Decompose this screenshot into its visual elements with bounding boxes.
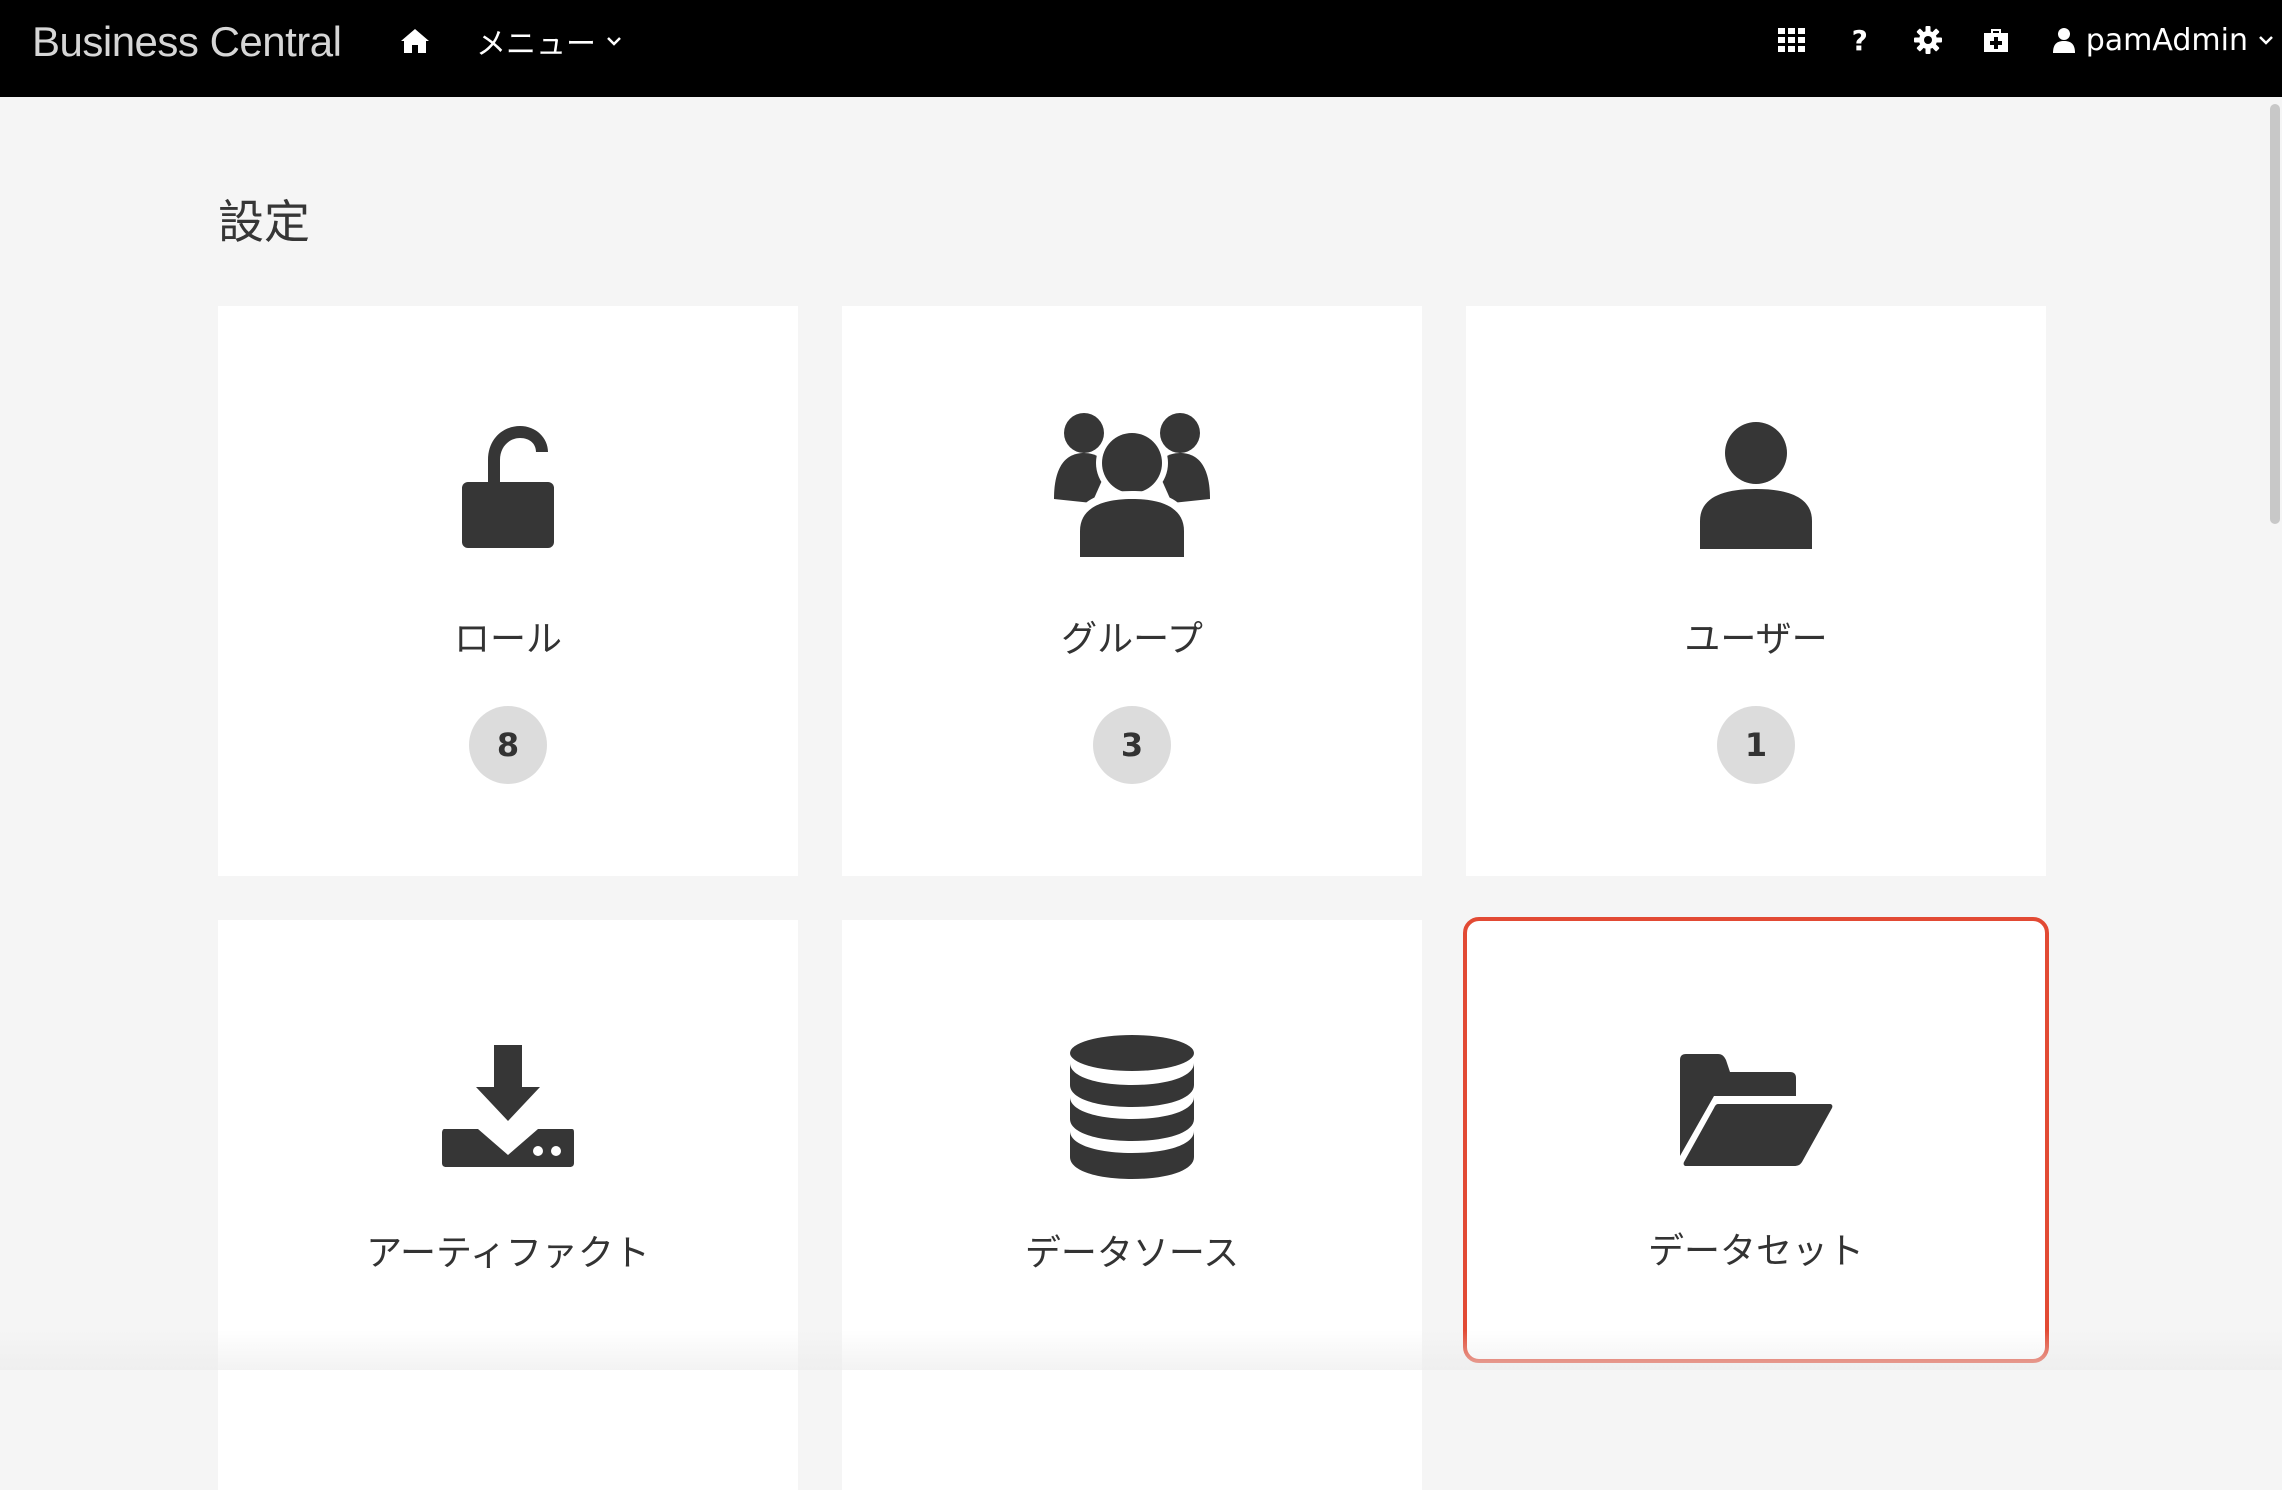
grid-icon (1778, 28, 1806, 52)
card-label: データソース (842, 1224, 1422, 1276)
database-icon (1068, 1033, 1196, 1179)
help-icon: ? (1852, 24, 1868, 57)
admin-tools-button[interactable] (1962, 0, 2030, 80)
count-badge: 1 (1717, 706, 1795, 784)
groups-card[interactable]: グループ 3 (842, 306, 1422, 876)
card-label: データセット (1467, 1222, 2045, 1274)
datasets-card[interactable]: データセット (1463, 917, 2049, 1363)
folder-open-icon (1678, 1052, 1834, 1168)
brand-logo[interactable]: Business Central (32, 18, 341, 66)
medkit-icon (1982, 26, 2010, 54)
page-title: 設定 (218, 186, 310, 252)
user-name: pamAdmin (2086, 23, 2248, 58)
download-icon (440, 1043, 576, 1169)
page-scrollbar[interactable] (2270, 104, 2280, 524)
user-menu[interactable]: pamAdmin (2030, 0, 2282, 80)
user-icon (2052, 27, 2076, 53)
help-button[interactable]: ? (1826, 0, 1894, 80)
navbar-right: ? (1758, 0, 2282, 80)
datasources-card[interactable]: データソース (842, 920, 1422, 1490)
artifacts-card[interactable]: アーティファクト (218, 920, 798, 1490)
menu-dropdown[interactable]: メニュー (476, 20, 622, 62)
chevron-down-icon (2258, 34, 2274, 46)
card-label: ユーザー (1466, 610, 2046, 662)
home-button[interactable] (396, 22, 434, 60)
card-label: ロール (218, 610, 798, 662)
card-label: アーティファクト (218, 1224, 798, 1276)
roles-card[interactable]: ロール 8 (218, 306, 798, 876)
card-label: グループ (842, 610, 1422, 662)
count-badge: 8 (469, 706, 547, 784)
count-badge: 3 (1093, 706, 1171, 784)
settings-button[interactable] (1894, 0, 1962, 80)
top-navbar: Business Central メニュー ? (0, 0, 2282, 97)
unlock-icon (458, 422, 558, 550)
apps-button[interactable] (1758, 0, 1826, 80)
gear-icon (1914, 26, 1942, 54)
chevron-down-icon (606, 35, 622, 47)
user-icon (1698, 421, 1814, 551)
home-icon (400, 28, 430, 54)
menu-label: メニュー (476, 19, 596, 63)
users-icon (1052, 411, 1212, 561)
users-card[interactable]: ユーザー 1 (1466, 306, 2046, 876)
